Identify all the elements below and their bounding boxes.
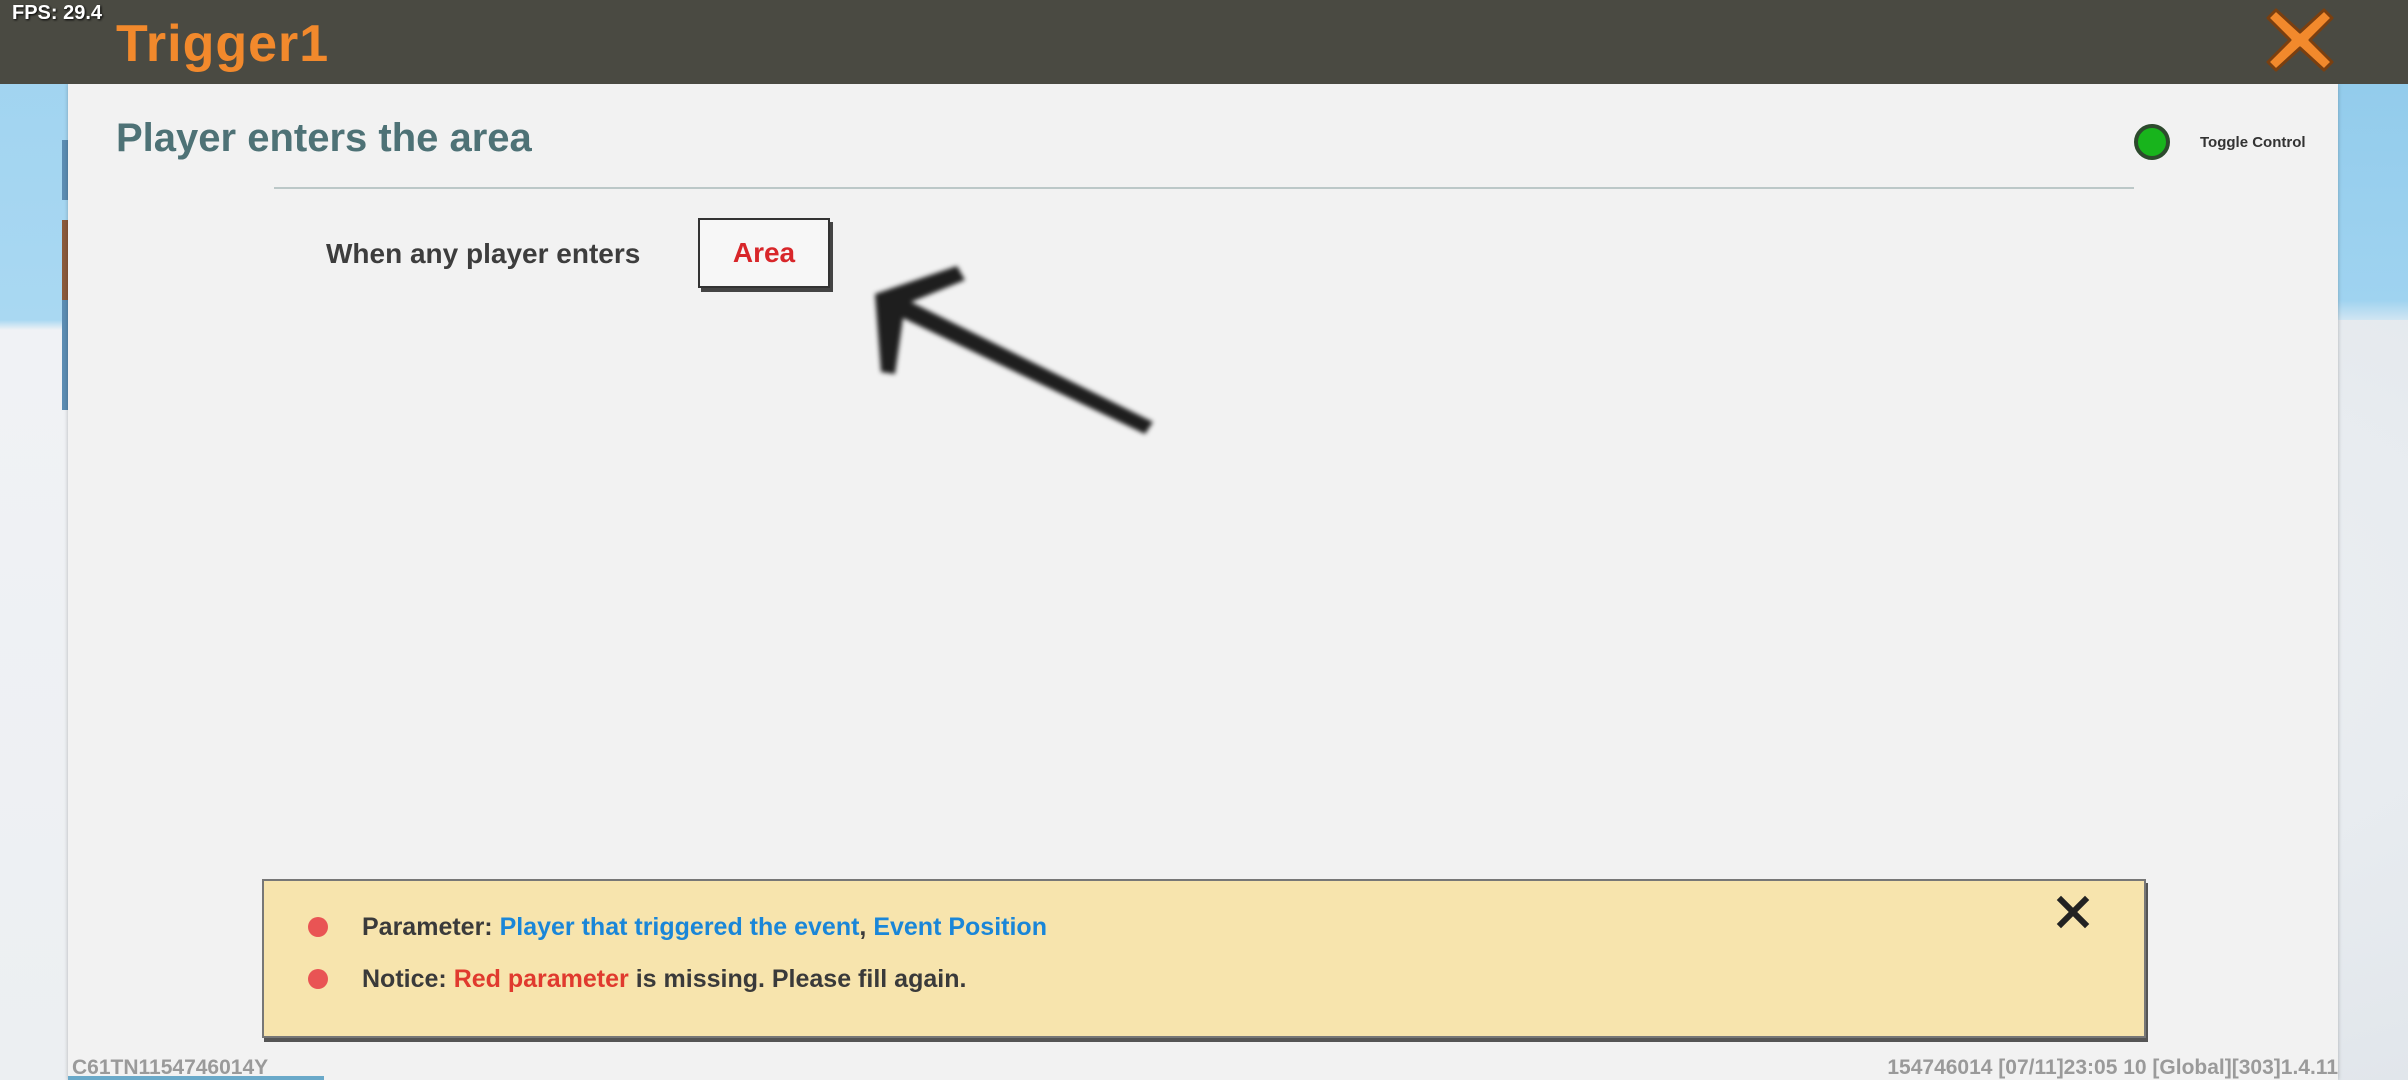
game-background-strip	[0, 0, 70, 1080]
condition-label: When any player enters	[326, 238, 641, 269]
notice-message: is missing. Please fill again.	[635, 965, 967, 993]
bullet-icon	[308, 969, 328, 989]
parameter-separator: ,	[859, 913, 867, 941]
title-divider	[274, 187, 2134, 189]
notice-prefix: Notice:	[362, 965, 447, 993]
footer-progress-bar	[68, 1076, 324, 1080]
event-title: Player enters the area	[116, 116, 532, 160]
parameter-row: Parameter: Player that triggered the eve…	[362, 913, 1047, 942]
bullet-icon	[308, 917, 328, 937]
notice-red-parameter: Red parameter	[453, 965, 629, 993]
header-bar: Trigger1	[0, 0, 2408, 84]
toggle-control-label[interactable]: Toggle Control	[2200, 134, 2306, 151]
arrow-pointer-icon	[875, 266, 1153, 434]
notice-box: Parameter: Player that triggered the eve…	[262, 879, 2146, 1038]
area-parameter-button[interactable]: Area	[698, 218, 830, 288]
toggle-control-indicator[interactable]	[2134, 124, 2170, 160]
close-icon[interactable]	[2056, 895, 2090, 929]
parameter-prefix: Parameter:	[362, 913, 493, 941]
close-x-icon[interactable]	[2266, 6, 2334, 74]
page-title: Trigger1	[116, 15, 330, 73]
fps-counter: FPS: 29.4	[12, 2, 103, 24]
trigger-panel: Player enters the area Toggle Control Wh…	[68, 84, 2338, 1080]
footer-build-info: 154746014 [07/11]23:05 10 [Global][303]1…	[1887, 1056, 2338, 1079]
notice-row: Notice: Red parameter is missing. Please…	[362, 965, 966, 994]
parameter-player-link[interactable]: Player that triggered the event	[500, 913, 860, 941]
parameter-position-link[interactable]: Event Position	[873, 913, 1047, 941]
